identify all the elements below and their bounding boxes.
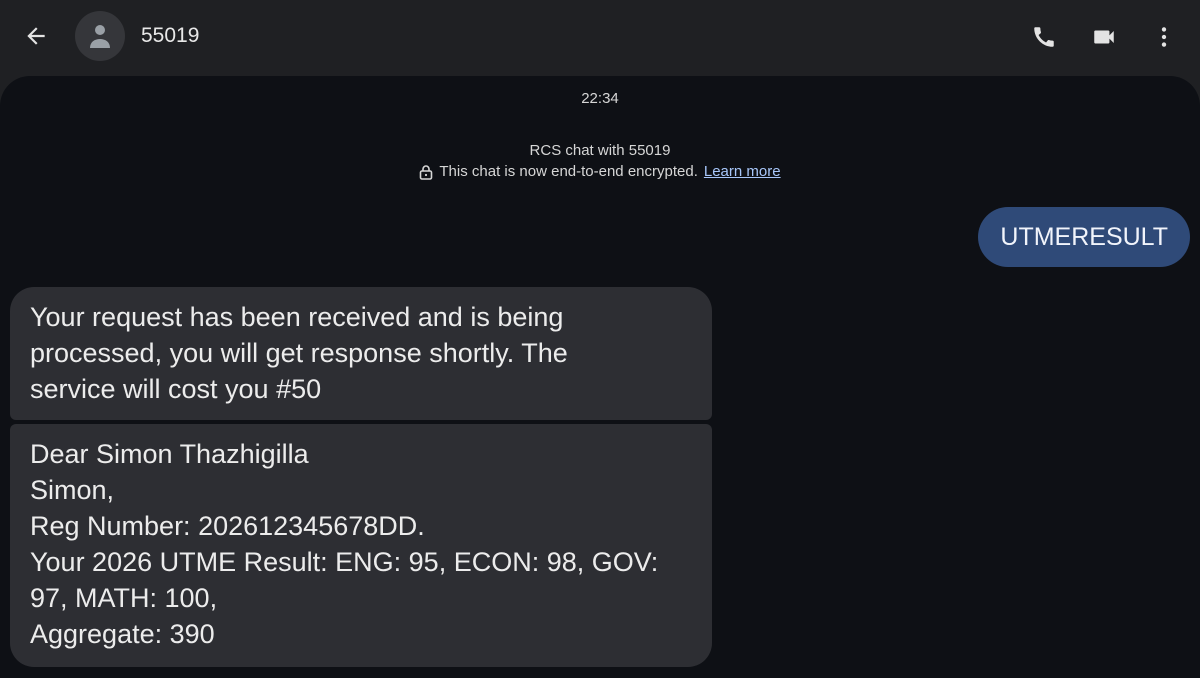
more-options-button[interactable] — [1144, 17, 1184, 57]
message-line: Simon, — [30, 475, 115, 505]
message-line: Your 2026 UTME Result: ENG: 95, ECON: 98… — [30, 547, 659, 577]
encryption-text: This chat is now end-to-end encrypted. — [439, 163, 698, 180]
more-vert-icon — [1161, 27, 1167, 47]
call-button[interactable] — [1024, 17, 1064, 57]
back-button[interactable] — [18, 18, 54, 54]
message-line: Reg Number: 202612345678DD. — [30, 511, 425, 541]
message-line: 97, MATH: 100, — [30, 583, 218, 613]
sent-message-text: UTMERESULT — [1000, 222, 1168, 251]
phone-icon — [1034, 27, 1054, 47]
learn-more-link[interactable]: Learn more — [704, 163, 781, 180]
person-icon — [90, 25, 110, 48]
conversation-header: 55019 — [0, 0, 1200, 72]
rcs-chat-notice: RCS chat with 55019 — [529, 142, 671, 159]
arrow-back-icon — [27, 27, 45, 45]
message-line: Your request has been received and is be… — [30, 302, 564, 332]
messages-app: 55019 22:34 RCS chat with 55019 This cha… — [0, 0, 1200, 678]
avatar[interactable] — [75, 11, 125, 61]
contact-name[interactable]: 55019 — [141, 22, 199, 50]
message-line: service will cost you #50 — [30, 374, 322, 404]
videocam-icon — [1094, 30, 1114, 44]
message-list[interactable]: 22:34 RCS chat with 55019 This chat is n… — [0, 76, 1200, 678]
received-message-bubble[interactable]: Your request has been received and is be… — [10, 287, 712, 420]
encryption-notice: This chat is now end-to-end encrypted. L… — [0, 163, 1200, 180]
lock-icon — [420, 164, 433, 180]
video-call-button[interactable] — [1084, 17, 1124, 57]
sent-message-bubble[interactable]: UTMERESULT — [978, 207, 1190, 267]
message-line: Aggregate: 390 — [30, 619, 215, 649]
message-line: processed, you will get response shortly… — [30, 338, 568, 368]
received-message-bubble[interactable]: Dear Simon Thazhigilla Simon, Reg Number… — [10, 424, 712, 667]
message-line: Dear Simon Thazhigilla — [30, 439, 309, 469]
message-timestamp: 22:34 — [581, 90, 619, 107]
